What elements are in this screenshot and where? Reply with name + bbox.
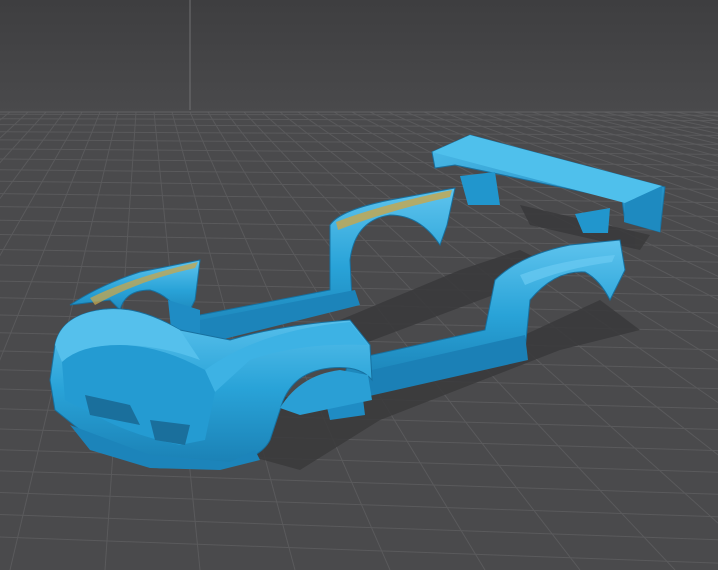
grid-line: [639, 111, 718, 130]
grid-line: [0, 139, 718, 145]
grid-line: [693, 111, 718, 118]
grid-line: [0, 470, 718, 495]
grid-line: [0, 158, 718, 166]
grid-line: [711, 111, 718, 114]
spoiler-mount-left: [460, 172, 500, 205]
grid-line: [657, 111, 718, 125]
3d-viewport[interactable]: [0, 0, 718, 570]
viewport-back-wall: [0, 0, 718, 115]
3d-scene-canvas[interactable]: [0, 0, 718, 570]
grid-line: [0, 111, 29, 139]
grid-line: [0, 118, 718, 122]
grid-line: [0, 111, 65, 200]
grid-line: [0, 111, 47, 164]
grid-line: [0, 536, 718, 564]
grid-line: [0, 491, 718, 518]
grid-line: [0, 111, 11, 121]
grid-line: [675, 111, 718, 121]
